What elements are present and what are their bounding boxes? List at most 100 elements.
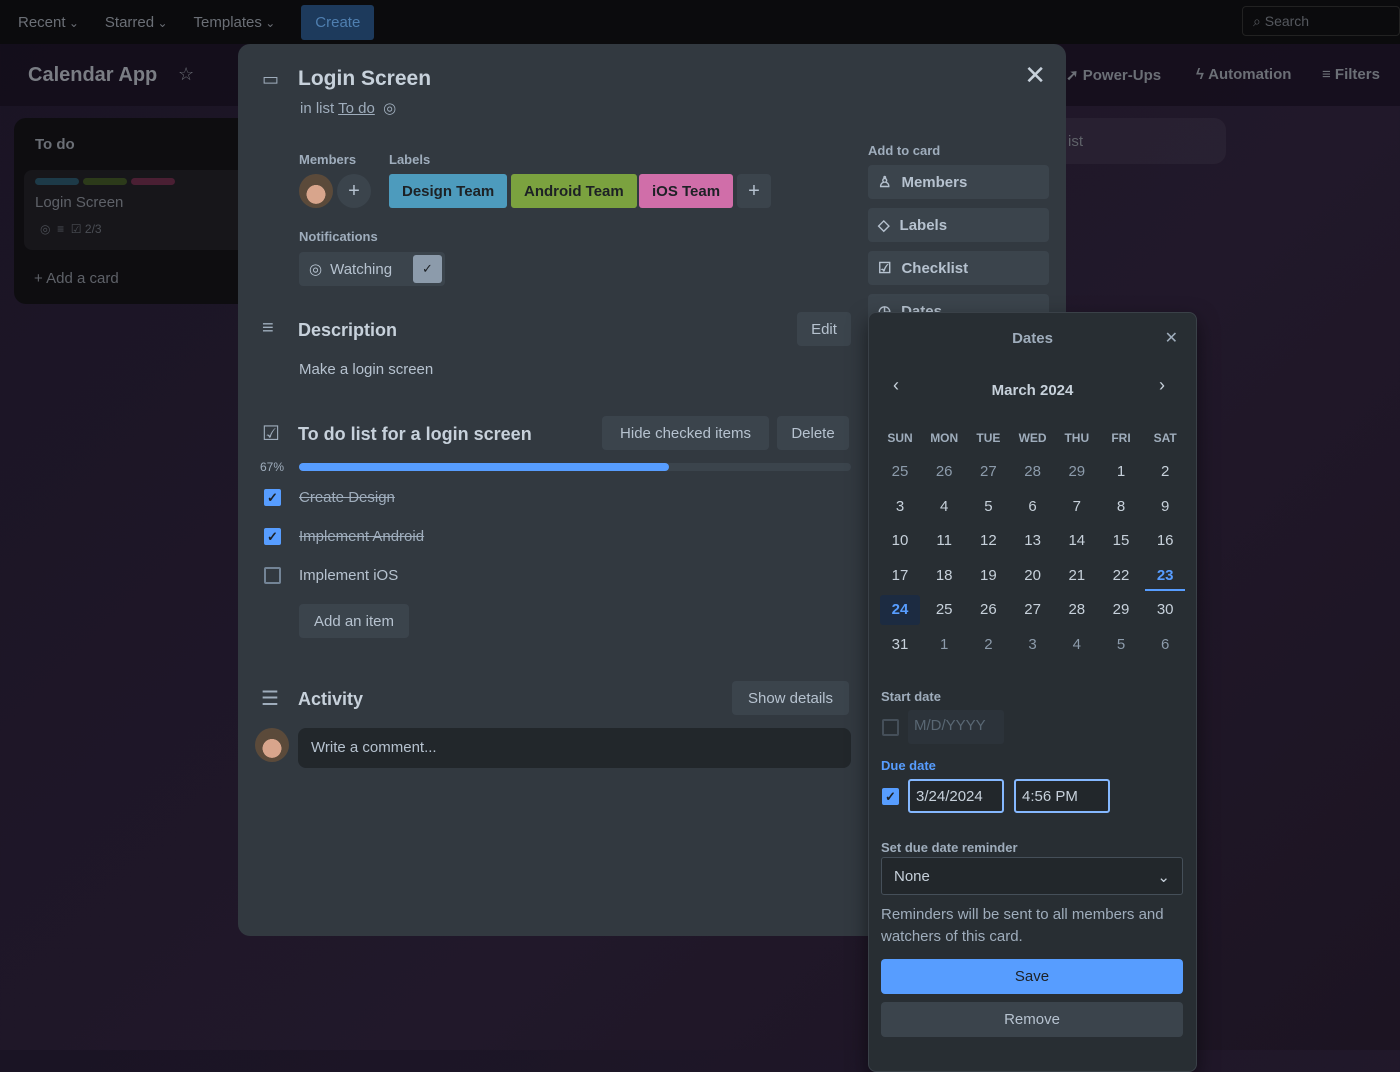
calendar-day[interactable]: 15 xyxy=(1101,526,1141,556)
start-date-checkbox[interactable] xyxy=(882,719,899,736)
calendar-day[interactable]: 1 xyxy=(924,630,964,660)
close-icon[interactable]: ✕ xyxy=(1165,328,1178,348)
calendar-day[interactable]: 29 xyxy=(1057,457,1097,487)
checklist-title[interactable]: To do list for a login screen xyxy=(298,424,532,445)
calendar-day[interactable]: 10 xyxy=(880,526,920,556)
calendar-day[interactable]: 9 xyxy=(1145,492,1185,522)
calendar-day[interactable]: 26 xyxy=(924,457,964,487)
calendar-day[interactable]: 3 xyxy=(880,492,920,522)
labels-button[interactable]: ◇ Labels xyxy=(868,208,1049,242)
checklist-badge: 2/3 xyxy=(84,222,102,236)
checklist-item[interactable]: Create Design xyxy=(299,489,395,506)
card-badges: ◎ ≡ ☑ 2/3 xyxy=(40,222,102,236)
calendar-day[interactable]: 4 xyxy=(924,492,964,522)
calendar-day[interactable]: 1 xyxy=(1101,457,1141,487)
hide-checked-button[interactable]: Hide checked items xyxy=(602,416,769,450)
edit-description-button[interactable]: Edit xyxy=(797,312,851,346)
calendar-day[interactable]: 14 xyxy=(1057,526,1097,556)
calendar-day[interactable]: 25 xyxy=(924,595,964,625)
calendar-day[interactable]: 28 xyxy=(1057,595,1097,625)
add-item-button[interactable]: Add an item xyxy=(299,604,409,638)
description-text[interactable]: Make a login screen xyxy=(299,361,433,378)
search-input[interactable]: ⌕ Search xyxy=(1242,6,1400,36)
add-list-button[interactable]: ist xyxy=(1040,118,1226,164)
calendar-day[interactable]: 22 xyxy=(1101,561,1141,591)
calendar-day[interactable]: 4 xyxy=(1057,630,1097,660)
checklist-item[interactable]: Implement Android xyxy=(299,528,424,545)
star-icon[interactable]: ☆ xyxy=(178,64,194,85)
add-label-button[interactable]: + xyxy=(737,174,771,208)
calendar-day[interactable]: 25 xyxy=(880,457,920,487)
start-date-input[interactable]: M/D/YYYY xyxy=(908,710,1004,744)
templates-menu[interactable]: Templates xyxy=(194,14,276,31)
delete-checklist-button[interactable]: Delete xyxy=(777,416,849,450)
calendar-day[interactable]: 13 xyxy=(1013,526,1053,556)
show-details-button[interactable]: Show details xyxy=(732,681,849,715)
close-icon[interactable]: ✕ xyxy=(1024,60,1046,91)
members-button-label: Members xyxy=(901,173,968,191)
next-month-icon[interactable]: › xyxy=(1159,375,1165,396)
calendar-day[interactable]: 5 xyxy=(968,492,1008,522)
card-preview[interactable]: Login Screen ◎ ≡ ☑ 2/3 xyxy=(24,170,254,250)
checklist-item[interactable]: Implement iOS xyxy=(299,567,398,584)
progress-fill xyxy=(299,463,669,471)
calendar-day[interactable]: 2 xyxy=(1145,457,1185,487)
calendar-day[interactable]: 21 xyxy=(1057,561,1097,591)
calendar-day[interactable]: 6 xyxy=(1013,492,1053,522)
checklist-item-checkbox[interactable]: ✓ xyxy=(264,528,281,545)
calendar-day[interactable]: 28 xyxy=(1013,457,1053,487)
members-button[interactable]: ♙ Members xyxy=(868,165,1049,199)
due-time-input[interactable]: 4:56 PM xyxy=(1014,779,1110,813)
members-label: Members xyxy=(299,152,357,167)
checklist-item-checkbox[interactable]: ✓ xyxy=(264,489,281,506)
calendar-day[interactable]: 6 xyxy=(1145,630,1185,660)
checklist-icon: ☑ xyxy=(878,260,892,277)
calendar-day[interactable]: 5 xyxy=(1101,630,1141,660)
calendar-day[interactable]: 16 xyxy=(1145,526,1185,556)
starred-menu[interactable]: Starred xyxy=(105,14,168,31)
checklist-button[interactable]: ☑ Checklist xyxy=(868,251,1049,285)
due-date-checkbox[interactable]: ✓ xyxy=(882,788,899,805)
weekday-header: TUE xyxy=(976,431,1001,445)
calendar-day[interactable]: 18 xyxy=(924,561,964,591)
calendar-day[interactable]: 20 xyxy=(1013,561,1053,591)
comment-input[interactable]: Write a comment... xyxy=(298,728,851,768)
card-title[interactable]: Login Screen xyxy=(298,67,431,91)
calendar-day[interactable]: 7 xyxy=(1057,492,1097,522)
calendar-day[interactable]: 24 xyxy=(880,595,920,625)
avatar[interactable] xyxy=(299,174,333,208)
remove-button[interactable]: Remove xyxy=(881,1002,1183,1037)
calendar-day[interactable]: 8 xyxy=(1101,492,1141,522)
calendar-day[interactable]: 30 xyxy=(1145,595,1185,625)
create-button[interactable]: Create xyxy=(301,4,375,40)
calendar-day[interactable]: 12 xyxy=(968,526,1008,556)
weekday-header: FRI xyxy=(1111,431,1131,445)
checklist-button-label: Checklist xyxy=(901,259,969,277)
due-date-input[interactable]: 3/24/2024 xyxy=(908,779,1004,813)
reminder-select[interactable]: None ⌄ xyxy=(881,857,1183,895)
automation-button[interactable]: ϟ Automation xyxy=(1196,66,1291,83)
calendar-day[interactable]: 26 xyxy=(968,595,1008,625)
calendar-day[interactable]: 2 xyxy=(968,630,1008,660)
filters-button[interactable]: ≡ Filters xyxy=(1322,66,1380,83)
label-android-team[interactable]: Android Team xyxy=(511,174,637,208)
board-title[interactable]: Calendar App xyxy=(28,64,157,87)
calendar-day[interactable]: 17 xyxy=(880,561,920,591)
save-button[interactable]: Save xyxy=(881,959,1183,994)
calendar-day[interactable]: 11 xyxy=(924,526,964,556)
label-ios-team[interactable]: iOS Team xyxy=(639,174,734,208)
checklist-item-checkbox[interactable] xyxy=(264,567,281,584)
calendar-day[interactable]: 19 xyxy=(968,561,1008,591)
recent-menu[interactable]: Recent xyxy=(18,14,79,31)
calendar-day[interactable]: 27 xyxy=(968,457,1008,487)
label-design-team[interactable]: Design Team xyxy=(389,174,508,208)
list-link[interactable]: To do xyxy=(338,100,375,117)
calendar-day[interactable]: 3 xyxy=(1013,630,1053,660)
calendar-day[interactable]: 29 xyxy=(1101,595,1141,625)
calendar-day[interactable]: 23 xyxy=(1145,561,1186,591)
add-card-button[interactable]: + Add a card xyxy=(34,270,119,287)
calendar-day[interactable]: 27 xyxy=(1013,595,1053,625)
add-member-button[interactable]: + xyxy=(337,174,371,208)
calendar-day[interactable]: 31 xyxy=(880,630,920,660)
power-ups-button[interactable]: ➚ Power-Ups xyxy=(1066,66,1161,84)
